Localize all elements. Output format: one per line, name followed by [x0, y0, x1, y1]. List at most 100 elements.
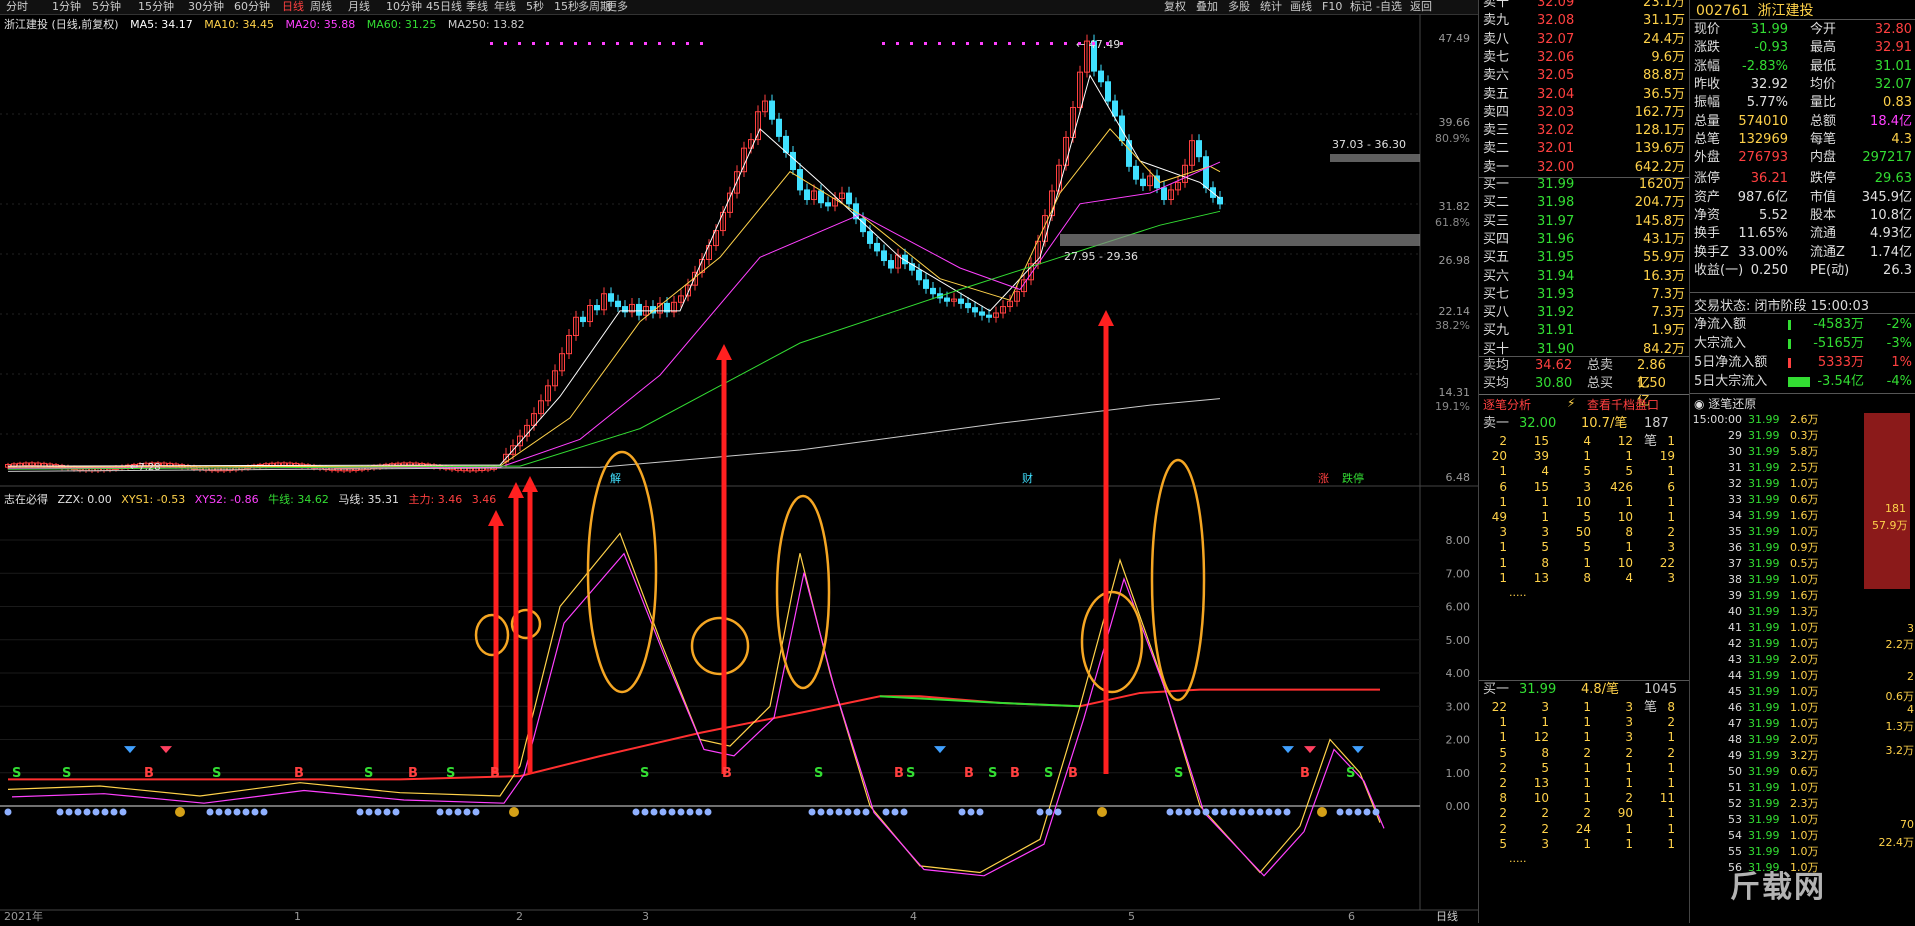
queue-cell: 1 [1667, 510, 1675, 524]
diamond-icon [934, 746, 946, 754]
quote-row[interactable]: 卖十 32.09 23.1万 [1479, 0, 1685, 12]
tool-button[interactable]: 标记 [1350, 0, 1372, 14]
info-value: 18.4亿 [1870, 113, 1912, 129]
info-key: 换手Z [1694, 244, 1729, 260]
quote-row[interactable]: 卖九 32.08 31.1万 [1479, 12, 1685, 30]
queue-cell: 1 [1499, 555, 1507, 570]
queue-cell: 10 [1617, 555, 1633, 570]
queue-cell: 2 [1541, 806, 1549, 821]
period-tab[interactable]: 45日线 [426, 0, 462, 14]
queue-row: 2 15 4 12 1 [1479, 434, 1690, 449]
quote-level: 买二 [1483, 195, 1510, 211]
candle-body [1112, 100, 1118, 117]
tick-price: 31.99 [1748, 637, 1780, 650]
period-tab[interactable]: 30分钟 [188, 0, 224, 14]
tool-button[interactable]: F10 [1322, 0, 1342, 14]
queue-cell: 8 [1541, 745, 1549, 760]
candle-body [986, 314, 992, 318]
queue-cell: 3 [1541, 700, 1549, 714]
quote-level: 卖九 [1483, 13, 1510, 29]
quote-row[interactable]: 买五 31.95 55.9万 [1479, 249, 1685, 267]
tick-title[interactable]: ◉ 逐笔还原 [1694, 395, 1756, 412]
quote-price: 31.91 [1537, 323, 1575, 339]
signal-dot [1036, 42, 1039, 45]
blue-dot [383, 808, 391, 816]
period-tab[interactable]: 年线 [494, 0, 516, 14]
queue-cell: 39 [1533, 449, 1549, 464]
info-value: 4.3 [1891, 131, 1912, 147]
quote-row[interactable]: 买六 31.94 16.3万 [1479, 268, 1685, 286]
period-tab[interactable]: 5分钟 [92, 0, 121, 14]
quote-row[interactable]: 卖三 32.02 128.1万 [1479, 122, 1685, 140]
period-tab[interactable]: 10分钟 [386, 0, 422, 14]
info-key: 净资 [1694, 208, 1721, 223]
quote-row[interactable]: 买八 31.92 7.3万 [1479, 304, 1685, 322]
quote-row[interactable]: 卖五 32.04 36.5万 [1479, 86, 1685, 104]
flow-bar [1788, 320, 1791, 330]
quote-row[interactable]: 买七 31.93 7.3万 [1479, 286, 1685, 304]
quote-row[interactable]: 买一 31.99 1620万 [1479, 176, 1685, 194]
tick-analysis-title[interactable]: 逐笔分析 [1483, 396, 1531, 413]
indicator-value: XYS1: -0.53 [117, 493, 186, 506]
period-tab[interactable]: 1分钟 [52, 0, 81, 14]
tool-button[interactable]: 多股 [1228, 0, 1250, 14]
quote-row[interactable]: 卖七 32.06 9.6万 [1479, 49, 1685, 67]
quote-row[interactable]: 卖四 32.03 162.7万 [1479, 104, 1685, 122]
quote-row[interactable]: 卖二 32.01 139.6万 [1479, 140, 1685, 158]
quote-row[interactable]: 买九 31.91 1.9万 [1479, 322, 1685, 340]
quote-row[interactable]: 卖一 32.00 642.2万 [1479, 159, 1685, 177]
period-tab[interactable]: 月线 [348, 0, 370, 14]
tick-row: 44 31.99 1.0万 [1690, 668, 1825, 684]
info-row: 涨跌 -0.93 最高 32.91 [1690, 39, 1915, 57]
signal-dot [644, 42, 647, 45]
period-tab[interactable]: 60分钟 [234, 0, 270, 14]
period-tab[interactable]: 日线 [282, 0, 304, 14]
quote-row[interactable]: 买四 31.96 43.1万 [1479, 231, 1685, 249]
period-tab[interactable]: 更多 [606, 0, 628, 14]
tick-price: 31.99 [1748, 413, 1780, 426]
quote-row[interactable]: 卖八 32.07 24.4万 [1479, 31, 1685, 49]
tool-button[interactable]: 复权 [1164, 0, 1186, 14]
bs-signal: B [894, 766, 904, 781]
quote-volume: 1620万 [1638, 177, 1685, 192]
lightning-icon: ⚡ [1567, 396, 1576, 410]
tick-time: 33 [1728, 493, 1742, 506]
arrow-head [488, 510, 504, 526]
tool-button[interactable]: 画线 [1290, 0, 1312, 14]
tick-price: 31.99 [1748, 829, 1780, 842]
bs-signal: S [446, 766, 455, 781]
bs-signal: S [12, 766, 21, 781]
period-tab[interactable]: 15分钟 [138, 0, 174, 14]
period-tab[interactable]: 分时 [6, 0, 28, 14]
signal-dot [518, 42, 521, 45]
ma-legend: MA5: 34.17 MA10: 34.45 MA20: 35.88 MA60:… [122, 18, 525, 31]
quote-row[interactable]: 卖六 32.05 88.8万 [1479, 67, 1685, 85]
quote-row[interactable]: 买三 31.97 145.8万 [1479, 213, 1685, 231]
queue-cell: 22 [1491, 700, 1507, 714]
tool-button[interactable]: 统计 [1260, 0, 1282, 14]
blue-dot [110, 808, 118, 816]
tick-row: 49 31.99 3.2万 [1690, 748, 1825, 764]
quote-price: 31.94 [1537, 268, 1575, 284]
tool-button[interactable]: -自选 [1376, 0, 1402, 14]
period-tab[interactable]: 季线 [466, 0, 488, 14]
period-tab[interactable]: 周线 [310, 0, 332, 14]
period-tab[interactable]: 15秒 [554, 0, 579, 14]
order-depth-link[interactable]: 查看千档盘口 [1587, 396, 1659, 413]
tool-button[interactable]: 返回 [1410, 0, 1432, 14]
candle-body [972, 307, 978, 313]
resistance-zone [1330, 154, 1420, 162]
indicator-axis-label: 2.00 [1446, 734, 1471, 747]
panel-divider [1479, 394, 1690, 395]
kline-chart[interactable]: 47.49 39.66 80.9% 31.82 61.8% 26.98 22.1438.2%… [0, 14, 1478, 923]
quote-row[interactable]: 买二 31.98 204.7万 [1479, 194, 1685, 212]
tick-volume: 0.6万 [1790, 765, 1819, 778]
signal-dot [560, 42, 563, 45]
tool-button[interactable]: 叠加 [1196, 0, 1218, 14]
quote-price: 32.05 [1537, 68, 1575, 84]
candle-body [804, 189, 810, 201]
blue-dot [882, 808, 890, 816]
tick-row: 45 31.99 1.0万 [1690, 684, 1825, 700]
info-key: 总额 [1810, 113, 1837, 129]
period-tab[interactable]: 5秒 [526, 0, 544, 14]
